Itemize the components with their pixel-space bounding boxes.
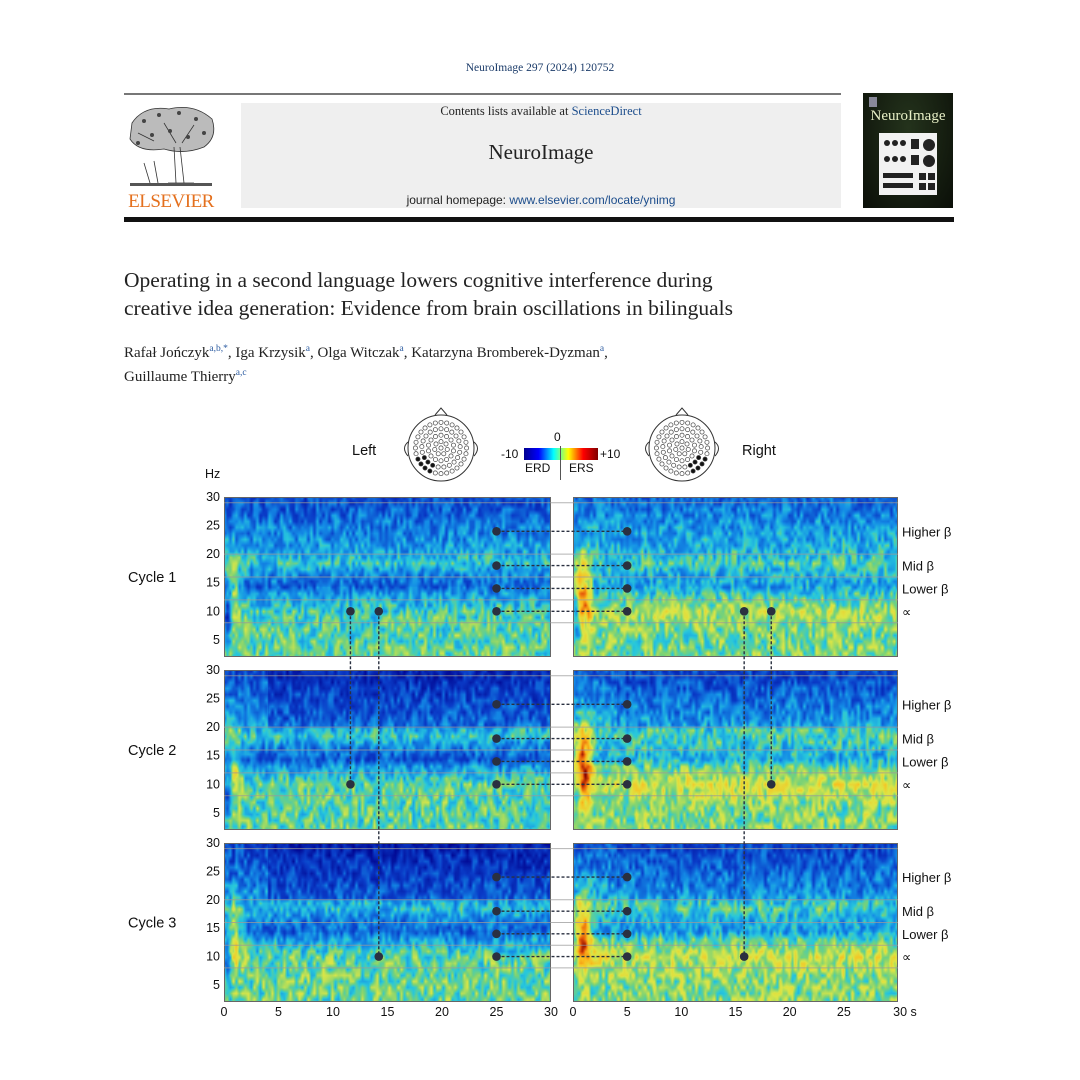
y-tick-label: 5 — [213, 806, 220, 820]
cycle-label: Cycle 2 — [128, 743, 176, 759]
marker-dot — [492, 699, 501, 709]
marker-dot — [622, 699, 632, 709]
marker-dot — [346, 606, 355, 616]
marker-dot — [492, 952, 501, 961]
band-label: Higher β — [902, 870, 951, 885]
marker-dot — [766, 779, 776, 789]
marker-dot — [739, 606, 749, 616]
y-tick-label: 30 — [206, 490, 220, 504]
y-tick-label: 30 — [206, 836, 220, 850]
marker-dot — [492, 584, 501, 593]
marker-dot — [492, 606, 501, 616]
marker-dot — [492, 906, 501, 916]
y-tick-label: 5 — [213, 978, 220, 992]
marker-overlay: 30 25 20 15 10 5 Cycle 1 Higher β Mid β Lower β ∝ 3… — [128, 490, 951, 1019]
band-label: Mid β — [902, 559, 934, 574]
x-tick-label: 30 s — [893, 1005, 917, 1019]
band-label: Higher β — [902, 697, 951, 712]
marker-dot — [622, 952, 632, 961]
marker-dot — [766, 606, 776, 616]
marker-dot — [492, 757, 501, 766]
x-tick-label: 15 — [729, 1005, 743, 1019]
y-tick-label: 20 — [206, 893, 220, 907]
y-tick-label: 10 — [206, 604, 220, 618]
band-label: Lower β — [902, 754, 949, 769]
x-tick-label: 30 — [544, 1005, 558, 1019]
y-tick-label: 10 — [206, 777, 220, 791]
marker-dot — [622, 561, 632, 570]
x-tick-label: 10 — [674, 1005, 688, 1019]
x-tick-label: 25 — [837, 1005, 851, 1019]
y-tick-label: 5 — [213, 633, 220, 647]
cycle-label: Cycle 3 — [128, 916, 176, 932]
x-tick-label: 20 — [783, 1005, 797, 1019]
y-tick-label: 15 — [206, 749, 220, 763]
marker-dot — [622, 906, 632, 916]
marker-dot — [492, 872, 501, 882]
marker-dot — [492, 734, 501, 743]
marker-dot — [622, 734, 632, 743]
y-tick-label: 15 — [206, 576, 220, 590]
y-tick-label: 25 — [206, 519, 220, 533]
marker-dot — [622, 757, 632, 766]
y-tick-label: 20 — [206, 547, 220, 561]
marker-dot — [346, 779, 355, 789]
x-tick-label: 5 — [624, 1005, 631, 1019]
x-tick-label: 0 — [221, 1005, 228, 1019]
marker-dot — [622, 872, 632, 882]
cycle-label: Cycle 1 — [128, 570, 176, 586]
y-tick-label: 20 — [206, 720, 220, 734]
marker-dot — [739, 952, 749, 961]
marker-dot — [374, 952, 384, 961]
marker-dot — [492, 929, 501, 939]
band-label: Mid β — [902, 732, 934, 747]
marker-dot — [622, 584, 632, 593]
marker-dot — [374, 606, 384, 616]
x-tick-label: 25 — [490, 1005, 504, 1019]
band-label: Mid β — [902, 904, 934, 919]
y-tick-label: 25 — [206, 692, 220, 706]
marker-dot — [622, 779, 632, 789]
x-tick-label: 10 — [326, 1005, 340, 1019]
band-label: Lower β — [902, 581, 949, 596]
band-label: Higher β — [902, 524, 951, 539]
marker-dot — [622, 526, 632, 536]
y-tick-label: 10 — [206, 950, 220, 964]
x-tick-label: 0 — [570, 1005, 577, 1019]
band-label: Lower β — [902, 927, 949, 942]
x-tick-label: 20 — [435, 1005, 449, 1019]
band-label: ∝ — [902, 777, 911, 792]
marker-dot — [492, 526, 501, 536]
marker-dot — [492, 779, 501, 789]
x-tick-label: 15 — [381, 1005, 395, 1019]
marker-dot — [492, 561, 501, 570]
marker-dot — [622, 929, 632, 939]
marker-dot — [622, 606, 632, 616]
band-label: ∝ — [902, 950, 911, 965]
y-tick-label: 25 — [206, 864, 220, 878]
y-tick-label: 15 — [206, 921, 220, 935]
band-label: ∝ — [902, 604, 911, 619]
x-tick-label: 5 — [275, 1005, 282, 1019]
y-tick-label: 30 — [206, 663, 220, 677]
